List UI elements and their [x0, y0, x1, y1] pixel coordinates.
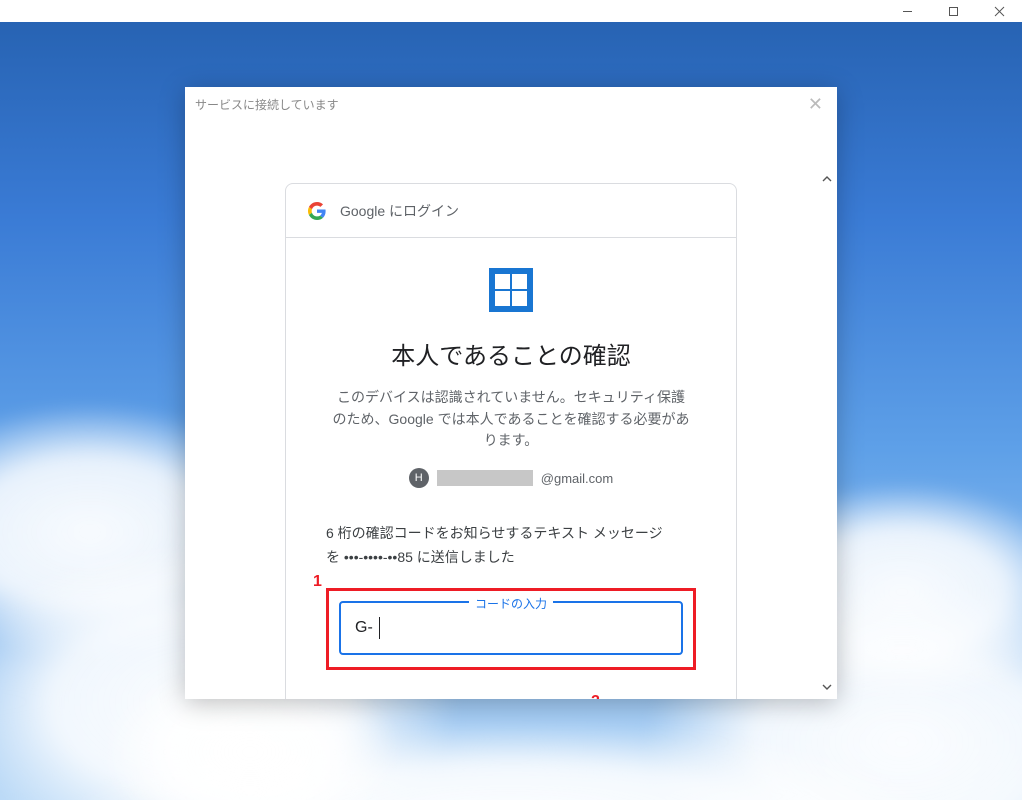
code-input[interactable]: [380, 617, 667, 639]
dialog-title: サービスに接続しています: [195, 96, 339, 113]
minimize-button[interactable]: [884, 0, 930, 22]
code-input-label: コードの入力: [469, 595, 553, 612]
code-sent-line1: 6 桁の確認コードをお知らせするテキスト メッセージ: [326, 525, 663, 541]
scroll-up-icon[interactable]: [819, 171, 835, 187]
verify-title: 本人であることの確認: [326, 336, 696, 371]
dialog-header: サービスに接続しています ✕: [185, 87, 837, 121]
card-content: 本人であることの確認 このデバイスは認識されていません。セキュリティ保護のため、…: [286, 238, 736, 699]
annotation-marker-1: 1: [313, 573, 322, 591]
code-sent-message: 6 桁の確認コードをお知らせするテキスト メッセージ を •••-••••-••…: [326, 522, 696, 570]
windows-logo-icon: [489, 268, 533, 312]
dialog-body: Google にログイン 本人であることの確認 このデバイスは認識されていません…: [185, 121, 837, 699]
card-header: Google にログイン: [286, 184, 736, 238]
google-logo-icon: [308, 202, 326, 220]
close-button[interactable]: [976, 0, 1022, 22]
dialog-close-button[interactable]: ✕: [804, 93, 827, 115]
verify-subtitle: このデバイスは認識されていません。セキュリティ保護のため、Google では本人…: [331, 387, 691, 452]
annotation-box-1: 1 コードの入力 G-: [326, 588, 696, 670]
code-sent-line2: を •••-••••-••85 に送信しました: [326, 549, 515, 565]
desktop-background: サービスに接続しています ✕ Google: [0, 22, 1022, 800]
code-input-field[interactable]: コードの入力 G-: [339, 601, 683, 655]
account-chip: H @gmail.com: [326, 468, 696, 488]
app-window: サービスに接続しています ✕ Google: [0, 0, 1022, 800]
signin-card: Google にログイン 本人であることの確認 このデバイスは認識されていません…: [285, 183, 737, 699]
titlebar: [0, 0, 1022, 22]
annotation-marker-2: 2: [591, 693, 600, 699]
code-prefix: G-: [355, 619, 373, 637]
email-redacted: [437, 470, 533, 486]
card-header-text: Google にログイン: [340, 201, 459, 221]
auth-dialog: サービスに接続しています ✕ Google: [185, 87, 837, 699]
maximize-button[interactable]: [930, 0, 976, 22]
avatar: H: [409, 468, 429, 488]
scroll-down-icon[interactable]: [819, 679, 835, 695]
email-suffix: @gmail.com: [541, 471, 613, 486]
scrollbar[interactable]: [819, 171, 835, 695]
